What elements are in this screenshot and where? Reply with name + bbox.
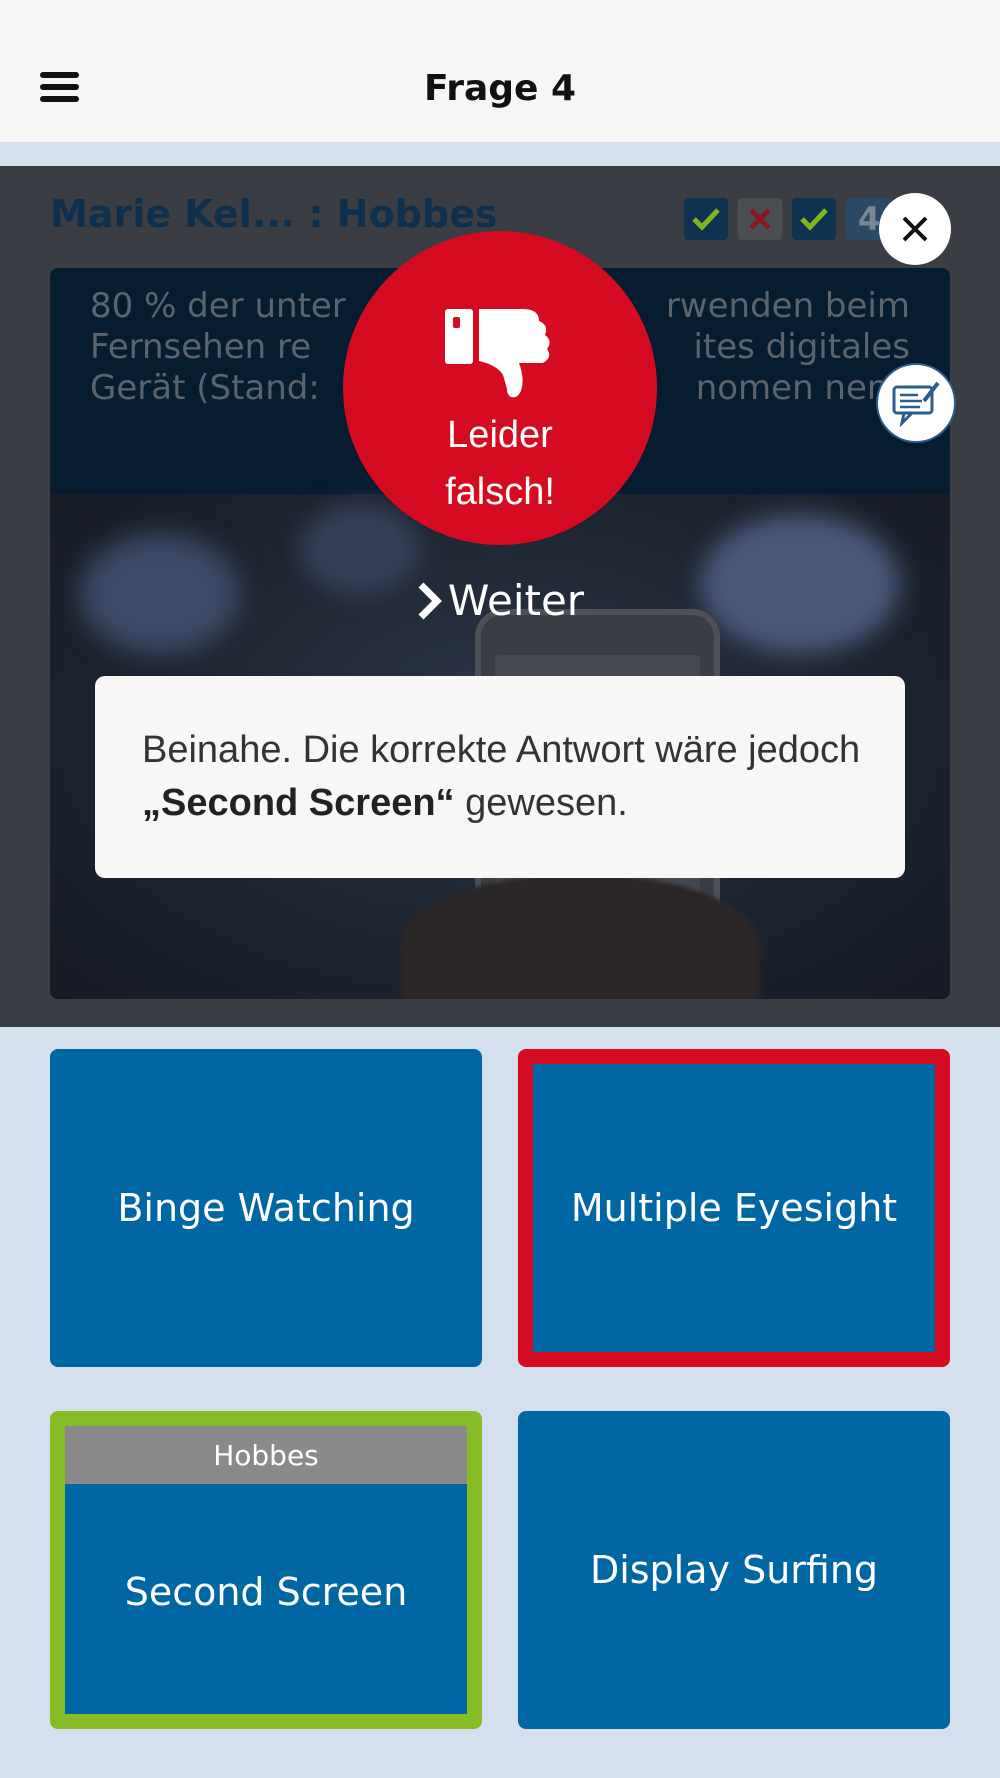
quiz-app: Frage 4 Marie Kel... : Hobbes 4 80 % der… (0, 0, 1000, 1778)
progress-correct (792, 198, 836, 240)
chevron-right-icon (418, 582, 442, 619)
progress-wrong (738, 198, 782, 240)
answer-button-1[interactable]: Binge Watching (50, 1049, 482, 1367)
feedback-prefix: Beinahe. Die korrekte Antwort wäre jedoc… (142, 729, 861, 771)
check-icon (800, 208, 828, 231)
weiter-button[interactable]: Weiter (0, 576, 1000, 625)
close-button[interactable] (879, 193, 951, 265)
round-progress: 4 (684, 198, 892, 240)
page-title: Frage 4 (423, 68, 577, 109)
progress-correct (684, 198, 728, 240)
answer-label: Second Screen (124, 1570, 408, 1614)
feedback-answer: „Second Screen“ (142, 782, 455, 824)
answer-button-4[interactable]: Display Surfing (518, 1411, 950, 1729)
answer-label: Multiple Eyesight (570, 1186, 898, 1230)
answer-label: Binge Watching (117, 1186, 415, 1230)
matchup-title: Marie Kel... : Hobbes (50, 192, 498, 236)
result-badge: Leider falsch! (343, 231, 657, 545)
answer-button-2-wrong[interactable]: Multiple Eyesight (518, 1049, 950, 1367)
opponent-answer-tag: Hobbes (65, 1426, 467, 1484)
top-bar: Frage 4 (0, 0, 1000, 154)
answer-button-3-correct[interactable]: Hobbes Second Screen (50, 1411, 482, 1729)
feedback-suffix: gewesen. (454, 782, 628, 824)
feedback-box: Beinahe. Die korrekte Antwort wäre jedoc… (95, 676, 905, 878)
answer-label: Display Surfing (589, 1548, 879, 1592)
weiter-label: Weiter (447, 576, 585, 625)
result-line-1: Leider (447, 414, 553, 456)
check-icon (692, 208, 720, 231)
comment-button[interactable] (876, 363, 956, 443)
thumbs-down-icon (445, 309, 550, 398)
close-icon (902, 216, 928, 242)
result-line-2: falsch! (445, 471, 555, 513)
comment-note-icon (892, 381, 940, 427)
cross-icon (749, 208, 771, 230)
